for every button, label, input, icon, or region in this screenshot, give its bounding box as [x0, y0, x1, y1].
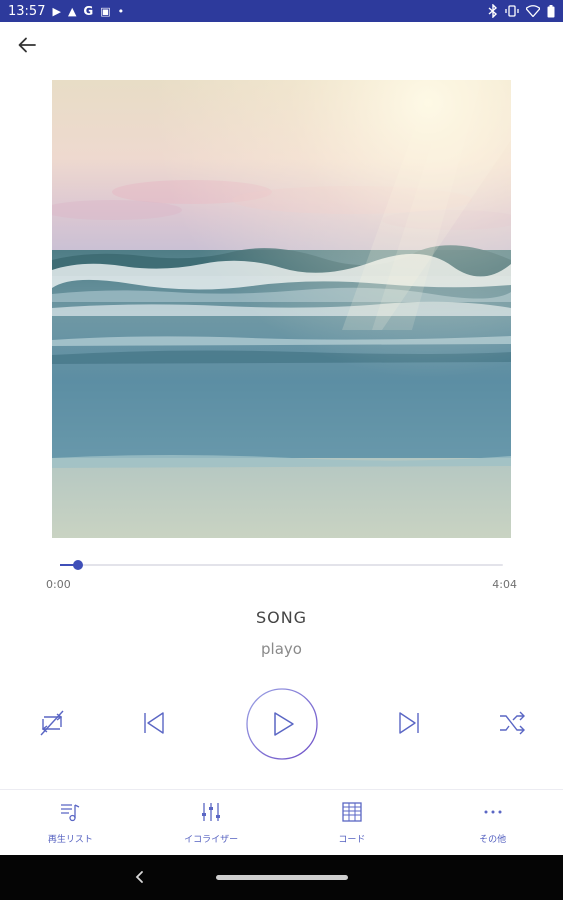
wifi-icon	[526, 5, 540, 17]
status-time: 13:57	[8, 3, 46, 19]
seek-thumb[interactable]	[72, 560, 83, 570]
nav-label: イコライザー	[184, 835, 239, 845]
vibrate-icon	[505, 5, 519, 17]
music-player-screen: 13:57 ▶ ▲ G ▣ • 0:00 4:04 SONG playo 再生リ…	[0, 0, 563, 900]
skip-previous-icon	[144, 712, 164, 734]
play-icon	[246, 688, 318, 760]
system-nav-bar	[0, 855, 563, 900]
next-button[interactable]	[393, 707, 425, 739]
current-time: 0:00	[46, 578, 71, 591]
song-title: SONG	[255, 608, 308, 627]
back-button[interactable]	[14, 32, 40, 58]
seek-track	[60, 564, 503, 566]
system-back-button[interactable]	[130, 867, 150, 887]
chord-grid-icon	[340, 800, 364, 824]
image-icon: ▣	[100, 4, 111, 18]
play-button[interactable]	[245, 687, 319, 761]
nav-item-chord[interactable]: コード	[282, 790, 423, 855]
album-art-image	[52, 80, 511, 538]
total-time: 4:04	[492, 578, 517, 591]
bluetooth-icon	[488, 4, 498, 18]
more-icon	[481, 800, 505, 824]
previous-button[interactable]	[138, 707, 170, 739]
bottom-nav: 再生リスト イコライザー コード その他	[0, 789, 563, 855]
repeat-off-icon	[40, 710, 64, 736]
seek-bar[interactable]	[60, 556, 503, 574]
album-art	[52, 80, 511, 538]
nav-item-more[interactable]: その他	[422, 790, 563, 855]
battery-icon	[547, 4, 555, 18]
home-pill-icon[interactable]	[216, 875, 348, 880]
shuffle-button[interactable]	[495, 707, 529, 739]
nav-label: 再生リスト	[47, 835, 93, 845]
skip-next-icon	[399, 712, 419, 734]
dot-icon: •	[117, 4, 125, 18]
warning-icon: ▲	[67, 4, 77, 18]
song-artist: playo	[261, 640, 302, 658]
nav-item-playlist[interactable]: 再生リスト	[0, 790, 141, 855]
status-bar: 13:57 ▶ ▲ G ▣ •	[0, 0, 563, 22]
nav-label: その他	[479, 835, 507, 845]
playlist-icon	[58, 800, 82, 824]
nav-label: コード	[338, 835, 366, 845]
equalizer-icon	[199, 800, 223, 824]
nav-item-equalizer[interactable]: イコライザー	[141, 790, 282, 855]
shuffle-icon	[500, 711, 525, 735]
status-right	[488, 4, 555, 18]
google-icon: G	[83, 4, 94, 18]
status-left: 13:57 ▶ ▲ G ▣ •	[8, 4, 124, 19]
chevron-left-icon	[135, 871, 143, 883]
repeat-button[interactable]	[34, 707, 70, 739]
play-icon: ▶	[52, 4, 61, 18]
arrow-left-icon	[18, 37, 36, 53]
